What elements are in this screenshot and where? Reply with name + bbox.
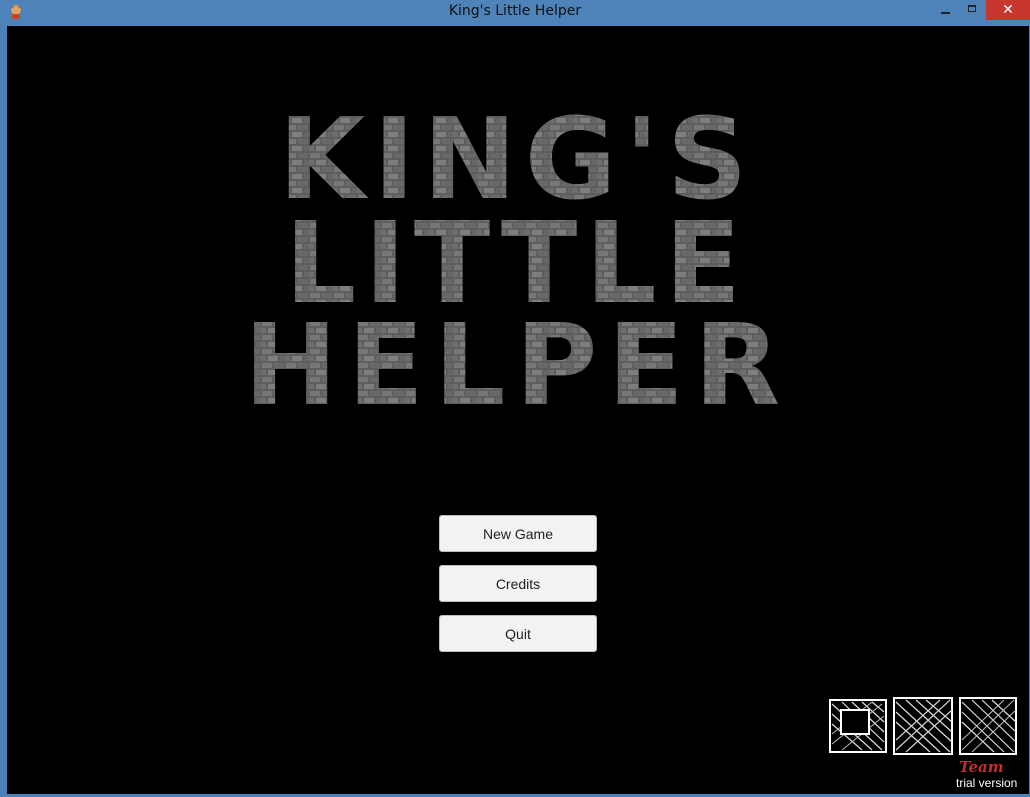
close-icon: ✕ bbox=[1002, 2, 1014, 18]
team-label: Team bbox=[959, 758, 1004, 776]
sketch-block-1 bbox=[829, 699, 887, 753]
title-bar[interactable]: King's Little Helper ✕ bbox=[0, 0, 1030, 24]
sketch-block-2 bbox=[893, 697, 953, 755]
quit-button[interactable]: Quit bbox=[439, 615, 597, 652]
game-title-logo: KING'S LITTLE HELPER bbox=[244, 96, 790, 416]
title-line-3: HELPER bbox=[244, 301, 790, 416]
close-button[interactable]: ✕ bbox=[986, 0, 1030, 20]
sketch-block-3 bbox=[959, 697, 1017, 755]
maximize-button[interactable] bbox=[959, 0, 985, 20]
new-game-button[interactable]: New Game bbox=[439, 515, 597, 552]
minimize-button[interactable] bbox=[932, 0, 958, 20]
credits-button[interactable]: Credits bbox=[439, 565, 597, 602]
window-title: King's Little Helper bbox=[448, 3, 582, 19]
trial-version-label: trial version bbox=[956, 776, 1018, 790]
minimize-icon bbox=[940, 12, 950, 14]
game-window: King's Little Helper ✕ KING'S LITTLE HEL… bbox=[0, 0, 1030, 797]
game-canvas: KING'S LITTLE HELPER New Game Credits Qu… bbox=[7, 26, 1029, 794]
maximize-icon bbox=[968, 4, 976, 12]
